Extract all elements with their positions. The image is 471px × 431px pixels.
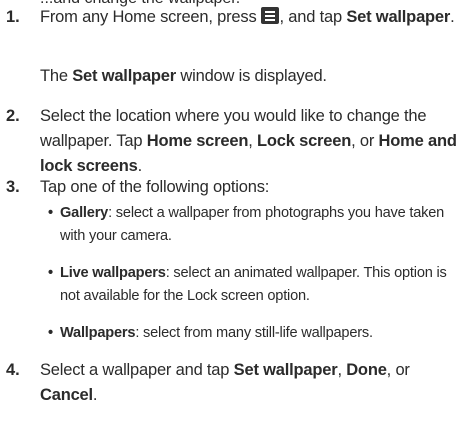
step-4-or: , or (386, 361, 410, 379)
option-term: Live wallpapers (60, 265, 166, 281)
instructions-document: ...and change the wallpaper. 1. From any… (0, 0, 471, 431)
note-text-b: window is displayed. (180, 67, 327, 85)
home-screen-term: Home screen (146, 132, 249, 150)
option-term: Wallpapers (60, 325, 136, 341)
step-4-comma: , (337, 361, 342, 379)
note-term: Set wallpaper (72, 67, 177, 85)
step-2-comma: , (248, 132, 253, 150)
step-2-period: . (137, 157, 143, 175)
menu-icon (260, 7, 279, 24)
step-number: 4. (6, 361, 20, 379)
step-text: Select the location where you would like… (40, 104, 470, 179)
option-live-wallpapers: • Live wallpapers: select an animated wal… (48, 262, 466, 307)
option-desc: : select a wallpaper from photographs yo… (108, 205, 445, 221)
option-gallery: • Gallery: select a wallpaper from photog… (48, 202, 466, 247)
step-text: From any Home screen, press, and tap Set… (40, 5, 470, 30)
option-desc: : select an animated wallpaper. This opt… (165, 265, 447, 281)
step-4-text-a: Select a wallpaper and tap (40, 361, 230, 379)
option-desc-cont: with your camera. (60, 227, 172, 244)
step-1-text-c: and tap (288, 8, 342, 26)
lock-screen-term: Lock screen (257, 132, 352, 150)
note-text-a: The (40, 67, 68, 85)
step-1-note: The Set wallpaper window is displayed. (40, 64, 470, 89)
step-number: 3. (6, 178, 20, 196)
option-desc: : select from many still-life wallpapers… (135, 325, 373, 341)
step-text: Select a wallpaper and tap Set wallpaper… (40, 358, 470, 408)
step-number: 2. (6, 107, 20, 125)
bullet-glyph: • (48, 325, 53, 341)
set-wallpaper-term: Set wallpaper (346, 8, 451, 26)
bullet-glyph: • (48, 265, 53, 281)
step-number: 1. (6, 8, 20, 26)
step-1-period: . (450, 8, 455, 26)
option-wallpapers: • Wallpapers: select from many still-life… (48, 322, 466, 345)
bullet-glyph: • (48, 205, 53, 221)
step-4-period: . (92, 386, 98, 404)
step-text: Tap one of the following options: (40, 178, 270, 196)
done-term: Done (346, 361, 387, 379)
step-2-or: , or (351, 132, 375, 150)
step-1-text-b: , (279, 8, 289, 26)
step-1-text-a: From any Home screen, press (40, 8, 257, 26)
set-wallpaper-term: Set wallpaper (233, 361, 338, 379)
cancel-term: Cancel (40, 386, 93, 404)
option-desc-cont: not available for the Lock screen option… (60, 287, 310, 304)
option-term: Gallery (60, 205, 109, 221)
